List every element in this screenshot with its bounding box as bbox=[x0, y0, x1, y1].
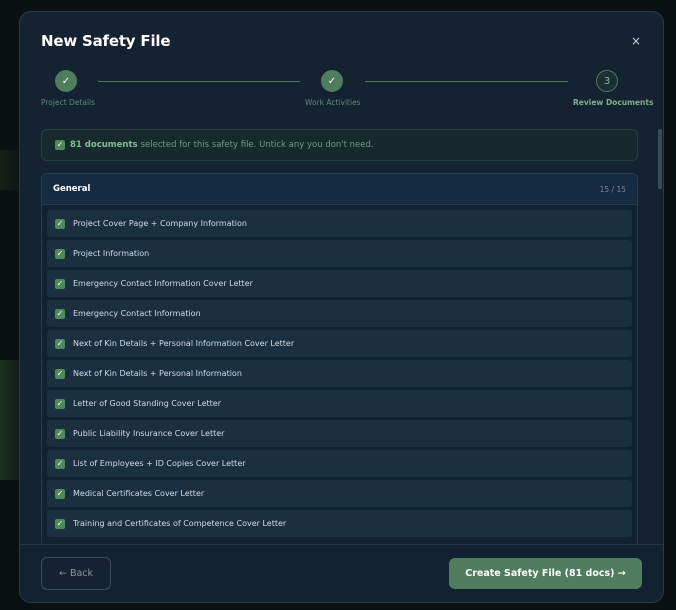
info-message: selected for this safety file. Untick an… bbox=[140, 140, 374, 150]
step-3-label: Review Documents bbox=[573, 98, 654, 107]
document-item[interactable]: ✓ Medical Certificates Cover Letter bbox=[47, 480, 632, 507]
document-label: Medical Certificates Cover Letter bbox=[73, 489, 205, 498]
document-label: List of Employees + ID Copies Cover Lett… bbox=[73, 459, 246, 468]
step-2-label: Work Activities bbox=[305, 98, 361, 107]
document-item[interactable]: ✓ Project Information bbox=[47, 240, 632, 267]
back-button[interactable]: ← Back bbox=[41, 557, 111, 590]
checkbox-icon[interactable]: ✓ bbox=[55, 488, 65, 499]
group-header[interactable]: General 15 / 15 bbox=[42, 174, 637, 205]
checkbox-icon[interactable]: ✓ bbox=[55, 368, 65, 379]
checkbox-icon[interactable]: ✓ bbox=[55, 308, 65, 319]
checkbox-icon[interactable]: ✓ bbox=[55, 428, 65, 439]
document-label: Next of Kin Details + Personal Informati… bbox=[73, 369, 242, 378]
document-item[interactable]: ✓ Emergency Contact Information bbox=[47, 300, 632, 327]
step-1-label: Project Details bbox=[41, 98, 96, 107]
document-item[interactable]: ✓ List of Employees + ID Copies Cover Let… bbox=[47, 450, 632, 477]
checkbox-icon[interactable]: ✓ bbox=[55, 218, 65, 229]
document-count: 81 documents bbox=[70, 140, 138, 150]
new-safety-file-modal: New Safety File × ✓ Project Details ✓ Wo… bbox=[19, 11, 664, 603]
step-connector bbox=[98, 81, 300, 82]
document-label: Letter of Good Standing Cover Letter bbox=[73, 399, 221, 408]
checkbox-icon[interactable]: ✓ bbox=[55, 398, 65, 409]
document-item[interactable]: ✓ Letter of Good Standing Cover Letter bbox=[47, 390, 632, 417]
group-count: 15 / 15 bbox=[599, 184, 626, 194]
checkbox-icon[interactable]: ✓ bbox=[55, 458, 65, 469]
close-icon[interactable]: × bbox=[629, 34, 643, 48]
checkbox-icon[interactable]: ✓ bbox=[55, 338, 65, 349]
document-item[interactable]: ✓ Public Liability Insurance Cover Letter bbox=[47, 420, 632, 447]
document-item[interactable]: ✓ Next of Kin Details + Personal Informat… bbox=[47, 330, 632, 357]
document-label: Training and Certificates of Competence … bbox=[73, 519, 287, 528]
stepper: ✓ Project Details ✓ Work Activities 3 Re… bbox=[41, 70, 653, 120]
document-scroll-area: ✓ 81 documents selected for this safety … bbox=[41, 129, 638, 544]
step-connector bbox=[365, 81, 568, 82]
document-item[interactable]: ✓ Emergency Contact Information Cover Let… bbox=[47, 270, 632, 297]
document-label: Emergency Contact Information Cover Lett… bbox=[73, 279, 253, 288]
document-item[interactable]: ✓ Next of Kin Details + Personal Informat… bbox=[47, 360, 632, 387]
document-group-general: General 15 / 15 ✓ Project Cover Page + Co… bbox=[41, 173, 638, 544]
checkbox-icon[interactable]: ✓ bbox=[55, 278, 65, 289]
group-title: General bbox=[53, 184, 91, 194]
document-item[interactable]: ✓ Project Cover Page + Company Informatio… bbox=[47, 210, 632, 237]
document-label: Emergency Contact Information bbox=[73, 309, 201, 318]
checkbox-icon[interactable]: ✓ bbox=[55, 518, 65, 529]
step-2-check-icon: ✓ bbox=[321, 70, 343, 92]
scrollbar[interactable] bbox=[658, 129, 662, 189]
document-label: Project Information bbox=[73, 249, 150, 258]
modal-footer: ← Back Create Safety File (81 docs) → bbox=[20, 544, 663, 602]
create-safety-file-button[interactable]: Create Safety File (81 docs) → bbox=[449, 558, 642, 589]
checkbox-check-icon: ✓ bbox=[55, 140, 65, 150]
step-1-check-icon: ✓ bbox=[55, 70, 77, 92]
document-list: ✓ Project Cover Page + Company Informatio… bbox=[42, 205, 637, 537]
selection-info-banner: ✓ 81 documents selected for this safety … bbox=[41, 129, 638, 161]
checkbox-icon[interactable]: ✓ bbox=[55, 248, 65, 259]
document-label: Public Liability Insurance Cover Letter bbox=[73, 429, 225, 438]
document-label: Project Cover Page + Company Information bbox=[73, 219, 247, 228]
document-item[interactable]: ✓ Training and Certificates of Competence… bbox=[47, 510, 632, 537]
document-label: Next of Kin Details + Personal Informati… bbox=[73, 339, 295, 348]
step-3-number: 3 bbox=[596, 70, 618, 92]
modal-title: New Safety File bbox=[41, 32, 171, 50]
